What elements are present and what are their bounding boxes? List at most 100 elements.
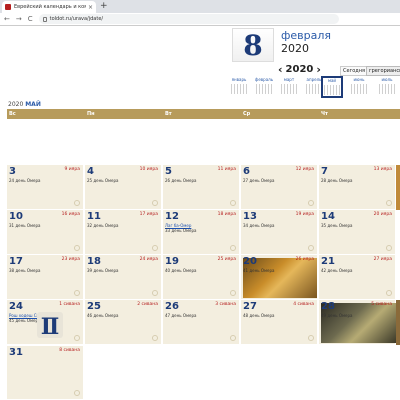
back-button[interactable]: ← (4, 15, 10, 23)
next-year-button[interactable]: › (316, 63, 321, 76)
day-number: 13 (243, 211, 257, 222)
mini-month-2[interactable]: март (278, 77, 300, 97)
add-note-icon[interactable] (308, 245, 314, 251)
calendar-day-cell[interactable]: 17 23 ияра 38 день Омера (7, 255, 84, 300)
omer-count: 42 день Омера (321, 268, 353, 273)
omer-count: 48 день Омера (243, 313, 275, 318)
day-number: 3 (9, 166, 16, 177)
year-navigation: ‹ 2020 › (278, 63, 321, 76)
mini-month-label: июль (381, 77, 393, 82)
add-note-icon[interactable] (386, 200, 392, 206)
mini-month-0[interactable]: январь (228, 77, 250, 97)
add-note-icon[interactable] (308, 335, 314, 341)
add-note-icon[interactable] (74, 390, 80, 396)
add-note-icon[interactable] (230, 290, 236, 296)
day-number: 11 (87, 211, 101, 222)
calendar-day-cell[interactable]: 12 18 ияра Лаг ба-Омер 33 день Омера (163, 210, 240, 255)
add-note-icon[interactable] (74, 200, 80, 206)
mini-month-label: февраль (254, 77, 274, 82)
selected-month-year: 2020 (8, 101, 24, 108)
add-note-icon[interactable] (152, 245, 158, 251)
add-note-icon[interactable] (152, 335, 158, 341)
hebrew-date: 23 ияра (61, 257, 80, 262)
cutoff-cell-image (396, 165, 400, 210)
calendar-day-cell[interactable]: 20 26 ияра 41 день Омера (241, 255, 318, 300)
prev-year-button[interactable]: ‹ (278, 63, 283, 76)
new-tab-button[interactable]: + (100, 1, 108, 12)
calendar-day-cell[interactable]: 5 11 ияра 26 день Омера (163, 165, 240, 210)
hebrew-date: 2 сивана (137, 302, 158, 307)
day-number: 31 (9, 347, 23, 358)
current-year: 2020 (281, 42, 309, 55)
weekday-label: Ср (243, 111, 251, 117)
hebrew-date: 5 сивана (371, 302, 392, 307)
weekday-header: Вс Пн Вт Ср Чт (7, 109, 400, 119)
tab-bar: Еврейский календарь и компь × + (0, 0, 400, 13)
calendar-type-select[interactable]: грегорианский (366, 66, 400, 76)
calendar-day-cell[interactable]: 25 2 сивана 46 день Омера (85, 300, 162, 345)
calendar-day-cell[interactable]: 21 27 ияра 42 день Омера (319, 255, 396, 300)
add-note-icon[interactable] (230, 200, 236, 206)
calendar-day-cell[interactable]: 3 9 ияра 24 день Омера (7, 165, 84, 210)
calendar-day-cell[interactable]: 24 1 сивана Рош ходеш Сиван 45 день Омера Ⅱ (7, 300, 84, 345)
add-note-icon[interactable] (152, 200, 158, 206)
add-note-icon[interactable] (74, 335, 80, 341)
omer-count: 26 день Омера (165, 178, 197, 183)
forward-button[interactable]: → (16, 15, 22, 23)
add-note-icon[interactable] (230, 335, 236, 341)
day-number: 27 (243, 301, 257, 312)
mini-month-1[interactable]: февраль (253, 77, 275, 97)
calendar-day-cell[interactable]: 4 10 ияра 25 день Омера (85, 165, 162, 210)
hebrew-date: 18 ияра (217, 212, 236, 217)
calendar-cell-empty (319, 120, 396, 165)
day-number: 21 (321, 256, 335, 267)
calendar-day-cell[interactable]: 31 8 сивана (7, 346, 84, 400)
add-note-icon[interactable] (74, 245, 80, 251)
add-note-icon[interactable] (230, 245, 236, 251)
calendar-day-cell[interactable]: 28 5 сивана 49 день Омера (319, 300, 396, 345)
day-number: 26 (165, 301, 179, 312)
calendar-day-cell[interactable]: 19 25 ияра 40 день Омера (163, 255, 240, 300)
close-tab-icon[interactable]: × (88, 4, 93, 11)
browser-tab[interactable]: Еврейский календарь и компь × (2, 1, 96, 13)
omer-count: 25 день Омера (87, 178, 119, 183)
reload-button[interactable]: C (28, 15, 33, 23)
hebrew-date: 8 сивана (59, 348, 80, 353)
add-note-icon[interactable] (386, 245, 392, 251)
add-note-icon[interactable] (386, 290, 392, 296)
add-note-icon[interactable] (74, 290, 80, 296)
omer-count: 46 день Омера (87, 313, 119, 318)
site-favicon-icon (5, 4, 11, 10)
hebrew-date: 13 ияра (373, 167, 392, 172)
address-input[interactable]: toldot.ru/urava/jdate/ (38, 14, 339, 24)
mini-month-label: июнь (353, 77, 365, 82)
calendar-day-cell[interactable]: 14 20 ияра 35 день Омера (319, 210, 396, 255)
calendar-day-cell[interactable]: 11 17 ияра 32 день Омера (85, 210, 162, 255)
omer-count: 32 день Омера (87, 223, 119, 228)
calendar-day-cell[interactable]: 6 12 ияра 27 день Омера (241, 165, 318, 210)
today-button[interactable]: Сегодня (340, 66, 368, 76)
hebrew-date: 26 ияра (295, 257, 314, 262)
add-note-icon[interactable] (152, 290, 158, 296)
mini-month-days (351, 84, 367, 94)
mini-month-days (379, 84, 395, 94)
svg-text:Ⅱ: Ⅱ (41, 314, 60, 340)
mini-month-days (281, 84, 297, 94)
mini-months-strip: январь февраль март апрель май июнь июль (226, 76, 400, 98)
add-note-icon[interactable] (308, 200, 314, 206)
mini-month-6[interactable]: июль (376, 77, 398, 97)
hebrew-date: 4 сивана (293, 302, 314, 307)
calendar-day-cell[interactable]: 13 19 ияра 34 день Омера (241, 210, 318, 255)
gemini-sign-icon: Ⅱ (37, 312, 63, 340)
hebrew-date: 17 ияра (139, 212, 158, 217)
calendar-day-cell[interactable]: 7 13 ияра 28 день Омера (319, 165, 396, 210)
omer-count: 39 день Омера (87, 268, 119, 273)
calendar-day-cell[interactable]: 27 4 сивана 48 день Омера (241, 300, 318, 345)
calendar-day-cell[interactable]: 18 24 ияра 39 день Омера (85, 255, 162, 300)
mini-month-days (306, 84, 322, 94)
calendar-day-cell[interactable]: 10 16 ияра 31 день Омера (7, 210, 84, 255)
mini-month-5[interactable]: июнь (348, 77, 370, 97)
calendar-day-cell[interactable]: 26 3 сивана 47 день Омера (163, 300, 240, 345)
mini-month-4[interactable]: май (321, 76, 343, 98)
omer-count: 40 день Омера (165, 268, 197, 273)
